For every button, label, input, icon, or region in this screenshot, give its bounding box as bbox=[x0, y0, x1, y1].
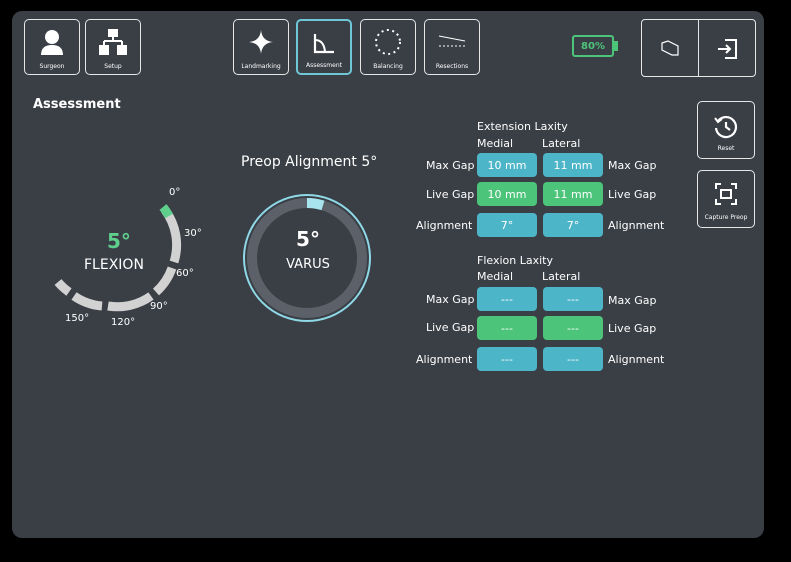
flexion-segment-120-150 bbox=[54, 278, 72, 296]
sparkle-icon bbox=[234, 29, 288, 55]
login-button[interactable] bbox=[698, 19, 756, 77]
ext-livegap-lateral: 11 mm bbox=[543, 182, 603, 206]
flexion-laxity-title: Flexion Laxity bbox=[477, 254, 553, 267]
extension-lateral-header: Lateral bbox=[542, 137, 581, 150]
landmarking-label: Landmarking bbox=[241, 63, 281, 70]
flexion-laxity-lateral-header: Lateral bbox=[542, 270, 581, 283]
flex-maxgap-label: Max Gap bbox=[426, 293, 475, 306]
flexion-segment-90-120 bbox=[71, 292, 103, 311]
section-title: Assessment bbox=[33, 97, 121, 112]
assessment-button[interactable]: Assessment bbox=[296, 19, 352, 75]
flex-alignment-medial: --- bbox=[477, 347, 537, 371]
reset-label: Reset bbox=[717, 145, 735, 152]
balancing-button[interactable]: Balancing bbox=[360, 19, 416, 75]
tick-150: 150° bbox=[65, 313, 90, 324]
ext-maxgap-label: Max Gap bbox=[426, 159, 475, 172]
ext-alignment-right-label: Alignment bbox=[608, 219, 665, 232]
history-icon bbox=[698, 114, 754, 140]
dotted-circle-icon bbox=[361, 29, 415, 55]
flex-livegap-medial: --- bbox=[477, 316, 537, 340]
flex-alignment-label: Alignment bbox=[416, 353, 473, 366]
ext-alignment-label: Alignment bbox=[416, 219, 473, 232]
surgeon-label: Surgeon bbox=[39, 63, 65, 70]
preop-title: Preop Alignment 5° bbox=[241, 154, 378, 170]
ext-maxgap-lateral: 11 mm bbox=[543, 153, 603, 177]
resections-button[interactable]: Resections bbox=[424, 19, 480, 75]
flexion-value: 5° bbox=[107, 229, 131, 253]
landmarking-button[interactable]: Landmarking bbox=[233, 19, 289, 75]
tick-30: 30° bbox=[184, 228, 202, 239]
ext-livegap-right-label: Live Gap bbox=[608, 188, 657, 201]
capture-frame-icon bbox=[698, 183, 754, 205]
folder-button[interactable] bbox=[641, 19, 699, 77]
flex-alignment-right-label: Alignment bbox=[608, 353, 665, 366]
flexion-laxity-medial-header: Medial bbox=[477, 270, 514, 283]
ext-livegap-medial: 10 mm bbox=[477, 182, 537, 206]
flex-livegap-right-label: Live Gap bbox=[608, 322, 657, 335]
battery-indicator: 80% bbox=[572, 35, 614, 57]
ext-alignment-lateral: 7° bbox=[543, 213, 603, 237]
preop-indicator bbox=[306, 198, 325, 211]
capture-preop-label: Capture Preop bbox=[704, 214, 748, 221]
preop-value: 5° bbox=[296, 227, 320, 251]
capture-preop-button[interactable]: Capture Preop bbox=[697, 170, 755, 228]
flex-maxgap-medial: --- bbox=[477, 287, 537, 311]
flexion-progress bbox=[159, 204, 173, 219]
network-icon bbox=[86, 29, 140, 55]
angle-icon bbox=[298, 30, 350, 56]
flexion-segment-30-60 bbox=[152, 266, 177, 296]
flexion-label: FLEXION bbox=[84, 257, 144, 273]
flex-alignment-lateral: --- bbox=[543, 347, 603, 371]
setup-button[interactable]: Setup bbox=[85, 19, 141, 75]
tick-90: 90° bbox=[150, 301, 168, 312]
preop-label: VARUS bbox=[286, 257, 330, 272]
user-icon bbox=[25, 29, 79, 55]
tick-120: 120° bbox=[111, 317, 136, 328]
ext-alignment-medial: 7° bbox=[477, 213, 537, 237]
balancing-label: Balancing bbox=[373, 63, 403, 70]
assessment-label: Assessment bbox=[306, 62, 342, 69]
surgeon-button[interactable]: Surgeon bbox=[24, 19, 80, 75]
ext-livegap-label: Live Gap bbox=[426, 188, 475, 201]
login-icon bbox=[699, 38, 755, 60]
extension-medial-header: Medial bbox=[477, 137, 514, 150]
resections-label: Resections bbox=[435, 63, 469, 70]
flexion-segment-60-90 bbox=[107, 292, 154, 312]
flex-maxgap-right-label: Max Gap bbox=[608, 294, 657, 307]
flex-livegap-label: Live Gap bbox=[426, 321, 475, 334]
battery-icon bbox=[614, 41, 618, 51]
battery-percent: 80% bbox=[581, 40, 605, 52]
extension-title: Extension Laxity bbox=[477, 120, 568, 133]
reset-button[interactable]: Reset bbox=[697, 101, 755, 159]
ext-maxgap-right-label: Max Gap bbox=[608, 159, 657, 172]
ext-maxgap-medial: 10 mm bbox=[477, 153, 537, 177]
tick-60: 60° bbox=[176, 268, 194, 279]
flex-livegap-lateral: --- bbox=[543, 316, 603, 340]
app-screen: Surgeon Setup Landmarking Assessment Bal… bbox=[12, 11, 764, 538]
tick-0: 0° bbox=[169, 187, 181, 198]
setup-label: Setup bbox=[104, 63, 122, 70]
folder-icon bbox=[642, 40, 698, 56]
cut-lines-icon bbox=[425, 29, 479, 55]
flexion-segment-0-30 bbox=[161, 207, 182, 264]
flex-maxgap-lateral: --- bbox=[543, 287, 603, 311]
